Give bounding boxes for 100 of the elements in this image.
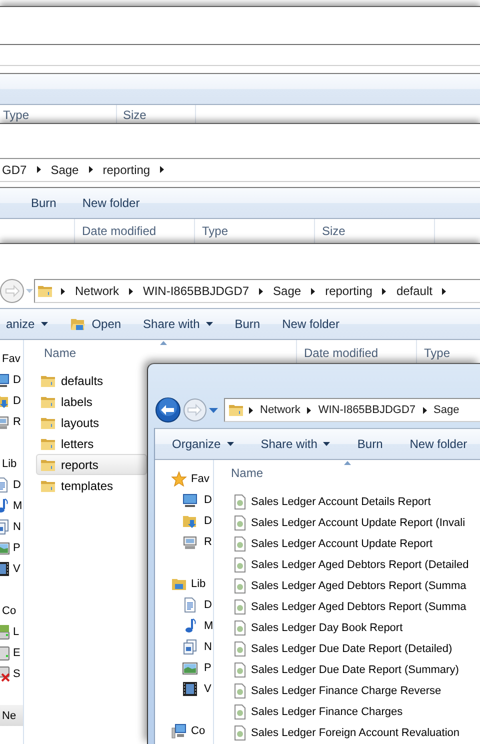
nav-item[interactable]: D: [155, 510, 213, 531]
breadcrumb-arrow-icon[interactable]: [307, 406, 312, 414]
breadcrumb-arrow-icon[interactable]: [382, 288, 386, 294]
breadcrumb-arrow-icon[interactable]: [160, 166, 164, 173]
nav-item[interactable]: Fav: [155, 468, 213, 489]
nav-item[interactable]: P: [155, 657, 213, 678]
file-item[interactable]: Sales Ledger Aged Debtors Report (Summa: [228, 575, 480, 596]
open-folder-icon: [70, 316, 86, 332]
breadcrumb-item[interactable]: GD7: [0, 162, 29, 176]
nav-item[interactable]: P: [0, 537, 23, 558]
nav-item[interactable]: D: [0, 474, 23, 495]
caret-icon: [206, 322, 213, 326]
file-item[interactable]: Sales Ledger Finance Charges: [228, 701, 480, 722]
drive-icon: [0, 624, 10, 640]
nav-item[interactable]: D: [155, 489, 213, 510]
breadcrumb-item[interactable]: Network: [73, 284, 122, 298]
file-item[interactable]: Sales Ledger Due Date Report (Summary): [228, 659, 480, 680]
file-item[interactable]: Sales Ledger Aged Debtors Report (Detailed: [228, 554, 480, 575]
file-item[interactable]: Sales Ledger Aged Debtors Report (Summa: [228, 596, 480, 617]
address-bar[interactable]: GD7 Sage reporting: [0, 158, 480, 182]
nav-item[interactable]: Lib: [0, 453, 23, 474]
toolbar-button[interactable]: Burn: [351, 432, 389, 456]
breadcrumb-item[interactable]: Network: [258, 404, 302, 416]
toolbar-button[interactable]: Burn: [25, 191, 62, 215]
file-icon: [232, 598, 248, 614]
toolbar-button[interactable]: Share with: [254, 432, 336, 456]
folder-item[interactable]: templates: [36, 475, 147, 496]
nav-item[interactable]: Co: [155, 720, 213, 741]
nav-item[interactable]: Ne: [0, 705, 23, 726]
nav-item[interactable]: N: [0, 516, 23, 537]
file-item[interactable]: Sales Ledger Finance Charge Reverse: [228, 680, 480, 701]
documents-icon: [182, 638, 198, 654]
breadcrumb-arrow-icon[interactable]: [88, 166, 93, 173]
toolbar-button[interactable]: Organize: [166, 432, 240, 456]
folder-item[interactable]: defaults: [36, 370, 147, 391]
toolbar-button[interactable]: Open: [64, 312, 128, 336]
caret-icon: [226, 442, 234, 446]
folder-item[interactable]: reports: [36, 454, 147, 475]
folder-item[interactable]: layouts: [36, 412, 147, 433]
folder-item[interactable]: labels: [36, 391, 147, 412]
breadcrumb-item[interactable]: Sage: [48, 162, 81, 176]
forward-button[interactable]: [0, 278, 25, 304]
file-item[interactable]: Sales Ledger Day Book Report: [228, 617, 480, 638]
toolbar-button[interactable]: New folder: [276, 312, 346, 336]
nav-item[interactable]: D: [0, 390, 23, 411]
column-header[interactable]: Name: [214, 460, 474, 486]
file-item[interactable]: Sales Ledger Account Update Report: [228, 533, 480, 554]
file-item[interactable]: Sales Ledger Account Update Report (Invali: [228, 512, 480, 533]
drive-with-x-icon: [0, 666, 10, 682]
nav-item[interactable]: Lib: [155, 573, 213, 594]
breadcrumb-arrow-icon[interactable]: [259, 288, 264, 294]
file-item[interactable]: Sales Ledger Foreign Account Revaluation: [228, 722, 480, 743]
nav-item[interactable]: Fav: [0, 348, 23, 369]
breadcrumb-arrow-icon[interactable]: [249, 406, 253, 414]
file-icon: [232, 682, 248, 698]
nav-item[interactable]: Co: [0, 600, 23, 621]
back-button[interactable]: [155, 397, 181, 423]
toolbar-button[interactable]: New folder: [76, 191, 146, 215]
nav-item[interactable]: S: [0, 663, 23, 684]
breadcrumb-arrow-icon[interactable]: [311, 288, 316, 294]
breadcrumb-item[interactable]: WIN-I865BBJDGD7: [141, 284, 252, 298]
breadcrumb-item[interactable]: reporting: [100, 162, 152, 176]
address-bar[interactable]: Network WIN-I865BBJDGD7 Sage: [224, 398, 480, 422]
caret-icon: [40, 322, 48, 326]
file-icon: [232, 578, 248, 594]
nav-item[interactable]: M: [0, 495, 23, 516]
file-icon: [232, 536, 248, 552]
breadcrumb-item[interactable]: Sage: [432, 404, 462, 416]
document-icon: [182, 596, 198, 612]
breadcrumb-item[interactable]: default: [394, 284, 434, 298]
nav-item[interactable]: V: [155, 678, 213, 699]
nav-item[interactable]: M: [155, 615, 213, 636]
address-bar[interactable]: Network WIN-I865BBJDGD7 Sage reporting default: [34, 279, 480, 303]
file-item[interactable]: Sales Ledger Due Date Report (Detailed): [228, 638, 480, 659]
breadcrumb-item[interactable]: reporting: [323, 284, 374, 298]
dropdown-arrow-icon[interactable]: [209, 408, 218, 412]
breadcrumb-arrow-icon[interactable]: [442, 288, 446, 294]
toolbar-button[interactable]: Burn: [228, 312, 266, 336]
picture-icon: [182, 660, 198, 676]
nav-item[interactable]: L: [0, 621, 23, 642]
breadcrumb-item[interactable]: WIN-I865BBJDGD7: [316, 404, 418, 416]
nav-item[interactable]: V: [0, 558, 23, 579]
nav-item[interactable]: R: [155, 531, 213, 552]
nav-item[interactable]: D: [155, 594, 213, 615]
folder-icon: [228, 402, 244, 418]
toolbar-button[interactable]: Share with: [137, 312, 219, 336]
breadcrumb-arrow-icon[interactable]: [36, 166, 41, 173]
nav-item[interactable]: N: [155, 636, 213, 657]
nav-item[interactable]: R: [0, 411, 23, 432]
nav-item[interactable]: D: [0, 369, 23, 390]
breadcrumb-arrow-icon[interactable]: [61, 288, 65, 294]
toolbar-button[interactable]: New folder: [404, 432, 474, 456]
breadcrumb-arrow-icon[interactable]: [422, 406, 427, 414]
film-icon: [0, 560, 10, 576]
breadcrumb-arrow-icon[interactable]: [129, 288, 134, 294]
folder-item[interactable]: letters: [36, 433, 147, 454]
breadcrumb-item[interactable]: Sage: [271, 284, 304, 298]
toolbar-button[interactable]: anize: [0, 312, 54, 336]
nav-item[interactable]: E: [0, 642, 23, 663]
file-item[interactable]: Sales Ledger Account Details Report: [228, 491, 480, 512]
